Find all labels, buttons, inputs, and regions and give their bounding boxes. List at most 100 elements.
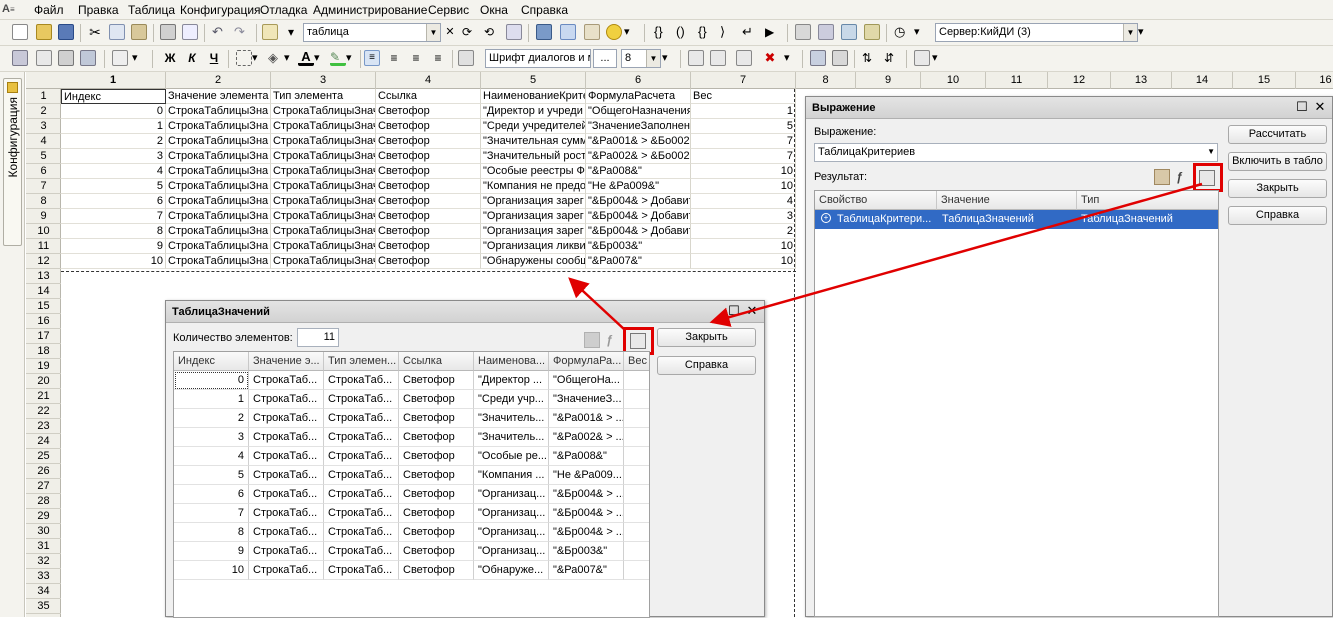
header-cell[interactable]: Вес	[691, 89, 796, 104]
table-cell[interactable]: "Среди учр...	[474, 390, 549, 409]
menu-debug[interactable]: Отладка	[260, 3, 307, 17]
save-icon[interactable]	[58, 24, 74, 40]
column-header[interactable]: Свойство	[815, 191, 937, 210]
expression-window[interactable]: Выражение ☐ ✕ Выражение: ТаблицаКритерие…	[805, 96, 1333, 617]
align-center-icon[interactable]: ≡	[386, 50, 402, 66]
find-icon[interactable]	[262, 24, 278, 40]
italic-button[interactable]: К	[184, 50, 200, 66]
cell[interactable]: "&Бр004& > Добавит	[586, 224, 691, 239]
bold-button[interactable]: Ж	[162, 50, 178, 66]
run-to-cursor-icon[interactable]: ⟩	[720, 24, 736, 40]
cell[interactable]: "Обнаружены сообщ	[481, 254, 586, 269]
table-cell[interactable]: СтрокаТаб...	[324, 485, 399, 504]
dropdown-arrow-icon[interactable]: ▾	[252, 50, 268, 66]
close-button[interactable]: Закрыть	[657, 328, 756, 347]
column-header-9[interactable]: 9	[856, 72, 921, 89]
table-cell[interactable]: "&Ра001& > ...	[549, 409, 624, 428]
columns-icon[interactable]	[58, 50, 74, 66]
table-cell[interactable]	[624, 504, 649, 523]
configuration-tab[interactable]: Конфигурация	[3, 78, 22, 246]
cell[interactable]: СтрокаТаблицыЗна	[166, 104, 271, 119]
expression-input[interactable]: ТаблицаКритериев ▼	[814, 143, 1218, 162]
cell[interactable]: 1	[61, 119, 166, 134]
column-header[interactable]: Индекс	[174, 352, 249, 371]
cell[interactable]: "Организация зарег	[481, 209, 586, 224]
table-cell[interactable]: Светофор	[399, 409, 474, 428]
table-cell[interactable]: "&Ра008&"	[549, 447, 624, 466]
table-cell[interactable]: "&Бр004& > ...	[549, 504, 624, 523]
cell[interactable]: Светофор	[376, 194, 481, 209]
cell[interactable]: СтрокаТаблицыЗнач	[271, 224, 376, 239]
cell[interactable]: "Компания не предо	[481, 179, 586, 194]
cell[interactable]: "ЗначениеЗаполнен	[586, 119, 691, 134]
cell[interactable]: СтрокаТаблицыЗнач	[271, 164, 376, 179]
align-left-icon[interactable]: ≡	[364, 50, 380, 66]
column-header-6[interactable]: 6	[586, 72, 691, 89]
dropdown-arrow-icon[interactable]: ▾	[662, 50, 678, 66]
table-cell[interactable]: СтрокаТаб...	[324, 428, 399, 447]
expand-icon[interactable]: +	[821, 213, 831, 223]
delete-icon[interactable]: ✖	[762, 50, 778, 66]
cell[interactable]: СтрокаТаблицыЗна	[166, 134, 271, 149]
calc-icon[interactable]	[864, 24, 880, 40]
table-cell[interactable]: 3	[174, 428, 249, 447]
align-right-icon[interactable]: ≡	[408, 50, 424, 66]
dropdown-arrow-icon[interactable]: ▾	[314, 50, 330, 66]
table-cell[interactable]: СтрокаТаб...	[324, 409, 399, 428]
table-cell[interactable]: 6	[174, 485, 249, 504]
table-cell[interactable]: СтрокаТаб...	[249, 561, 324, 580]
chevron-down-icon[interactable]: ▼	[1207, 147, 1215, 156]
dropdown-arrow-icon[interactable]: ▾	[624, 24, 640, 40]
chevron-down-icon[interactable]: ▼	[646, 50, 660, 67]
cell[interactable]: 10	[691, 179, 796, 194]
row-header-12[interactable]: 12	[26, 254, 61, 269]
cell[interactable]: Светофор	[376, 209, 481, 224]
table-cell[interactable]	[624, 561, 649, 580]
font-more-button[interactable]: ...	[593, 49, 617, 68]
windows-icon[interactable]	[506, 24, 522, 40]
table-cell[interactable]: 2	[174, 409, 249, 428]
column-header[interactable]: Тип элемен...	[324, 352, 399, 371]
export-icon[interactable]	[1154, 169, 1170, 185]
row-header-35[interactable]: 35	[26, 599, 61, 614]
cell[interactable]: 7	[61, 209, 166, 224]
row-header-3[interactable]: 3	[26, 119, 61, 134]
column-header-7[interactable]: 7	[691, 72, 796, 89]
cell[interactable]: Светофор	[376, 104, 481, 119]
continue-icon[interactable]: ▶	[765, 24, 781, 40]
dropdown-arrow-icon[interactable]: ▾	[932, 50, 948, 66]
table-cell[interactable]: 0	[174, 371, 249, 390]
close-icon[interactable]: ✕	[746, 304, 758, 317]
page-icon[interactable]	[112, 50, 128, 66]
current-line-icon[interactable]: ↵	[742, 24, 758, 40]
cell[interactable]: "Организация зарег	[481, 224, 586, 239]
row-header-25[interactable]: 25	[26, 449, 61, 464]
chevron-down-icon[interactable]: ▼	[426, 24, 440, 41]
row-header-26[interactable]: 26	[26, 464, 61, 479]
cell[interactable]: 10	[691, 254, 796, 269]
table-cell[interactable]: "Особые ре...	[474, 447, 549, 466]
cell[interactable]: 9	[61, 239, 166, 254]
table-grid-icon[interactable]	[736, 50, 752, 66]
cell[interactable]: СтрокаТаблицыЗнач	[271, 149, 376, 164]
column-header[interactable]: Ссылка	[399, 352, 474, 371]
table-cell[interactable]: СтрокаТаб...	[249, 523, 324, 542]
cell[interactable]: Светофор	[376, 164, 481, 179]
table-cell[interactable]: Светофор	[399, 428, 474, 447]
table-cell[interactable]: СтрокаТаб...	[249, 466, 324, 485]
cell[interactable]: 10	[691, 239, 796, 254]
clock-icon[interactable]: ◷	[894, 24, 910, 40]
chevron-down-icon[interactable]: ▼	[1123, 24, 1137, 41]
header-cell[interactable]: НаименованиеКрите	[481, 89, 586, 104]
cell[interactable]: СтрокаТаблицыЗна	[166, 224, 271, 239]
menu-file[interactable]: Файл	[34, 3, 64, 17]
value-table-grid[interactable]: Индекс Значение э... Тип элемен... Ссылка На…	[173, 351, 650, 618]
table-cell[interactable]: "&Бр003&"	[549, 542, 624, 561]
table-cell[interactable]: 7	[174, 504, 249, 523]
column-header-14[interactable]: 14	[1172, 72, 1233, 89]
cell[interactable]: СтрокаТаблицыЗна	[166, 209, 271, 224]
table-cell[interactable]: "Не &Ра009...	[549, 466, 624, 485]
cell[interactable]: "Директор и учреди	[481, 104, 586, 119]
undo-icon[interactable]: ↶	[212, 24, 228, 40]
header-cell[interactable]: Индекс	[61, 89, 166, 104]
